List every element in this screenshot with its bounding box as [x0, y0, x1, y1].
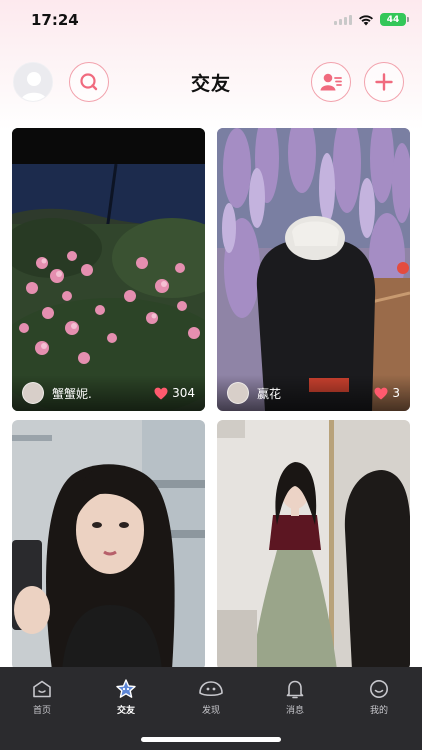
tab-discover[interactable]: 发现 — [181, 679, 241, 716]
post-photo — [12, 128, 205, 411]
add-post-button[interactable] — [364, 62, 404, 102]
friends-star-icon — [116, 679, 136, 698]
like-number: 3 — [392, 386, 400, 400]
profile-icon — [370, 680, 388, 698]
wifi-icon — [359, 14, 373, 25]
post-card[interactable]: 蟹蟹妮. 304 — [12, 128, 205, 411]
status-bar: 17:24 44 — [0, 0, 422, 40]
post-photo — [217, 128, 410, 411]
author-name[interactable]: 赢花 — [257, 385, 374, 402]
plus-icon — [375, 73, 393, 91]
tab-label: 消息 — [285, 706, 304, 716]
status-time: 17:24 — [31, 11, 79, 29]
heart-icon — [374, 387, 388, 399]
tab-label: 首页 — [32, 706, 51, 716]
tab-profile[interactable]: 我的 — [349, 679, 409, 716]
heart-icon — [154, 387, 168, 399]
tab-label: 我的 — [369, 706, 388, 716]
post-footer: 赢花 3 — [217, 375, 410, 411]
post-footer: 蟹蟹妮. 304 — [12, 375, 205, 411]
page-title: 交友 — [190, 73, 231, 95]
like-count[interactable]: 3 — [374, 386, 400, 400]
friend-list-button[interactable] — [311, 62, 351, 102]
author-avatar[interactable] — [227, 382, 249, 404]
battery-level: 44 — [386, 14, 400, 25]
like-number: 304 — [172, 386, 195, 400]
discover-icon — [199, 681, 223, 697]
home-icon — [33, 680, 51, 698]
tab-messages[interactable]: 消息 — [265, 679, 325, 716]
signal-icon — [334, 14, 352, 25]
battery-icon: 44 — [380, 13, 409, 26]
post-photo — [12, 420, 205, 670]
author-avatar[interactable] — [22, 382, 44, 404]
home-indicator — [141, 737, 281, 742]
top-bar: 交友 — [0, 60, 422, 102]
tab-label: 交友 — [116, 706, 135, 716]
bell-icon — [286, 680, 304, 699]
post-card[interactable]: 赢花 3 — [217, 128, 410, 411]
tab-label: 发现 — [201, 706, 220, 716]
tab-home[interactable]: 首页 — [12, 679, 72, 716]
author-name[interactable]: 蟹蟹妮. — [52, 385, 154, 402]
status-indicators: 44 — [334, 13, 409, 26]
post-card[interactable] — [217, 420, 410, 670]
user-list-icon — [320, 73, 342, 91]
post-photo — [217, 420, 410, 670]
post-card[interactable] — [12, 420, 205, 670]
tab-friends[interactable]: 交友 — [96, 679, 156, 716]
like-count[interactable]: 304 — [154, 386, 195, 400]
